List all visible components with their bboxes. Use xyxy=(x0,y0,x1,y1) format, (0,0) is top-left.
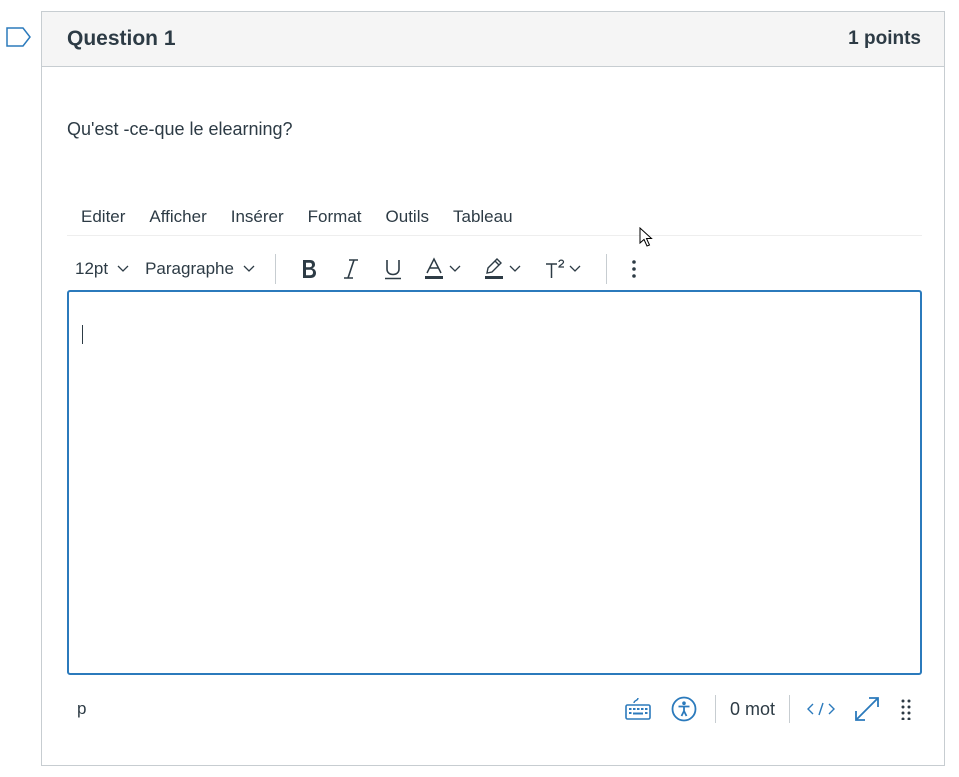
chevron-down-icon xyxy=(117,265,129,272)
resize-handle-icon xyxy=(901,699,911,720)
menu-format[interactable]: Format xyxy=(294,207,372,227)
bold-icon xyxy=(302,260,316,278)
html-editor-button[interactable] xyxy=(804,692,838,726)
menu-outils[interactable]: Outils xyxy=(372,207,439,227)
toolbar-divider xyxy=(605,254,607,284)
editor-menubar: Editer Afficher Insérer Format Outils Ta… xyxy=(67,198,922,236)
italic-button[interactable] xyxy=(334,251,368,287)
underline-icon xyxy=(384,260,401,280)
italic-icon xyxy=(343,259,358,279)
highlight-icon xyxy=(484,258,521,279)
fullscreen-icon xyxy=(855,697,879,721)
more-vertical-icon xyxy=(632,260,636,278)
menu-editer[interactable]: Editer xyxy=(67,207,135,227)
question-header: Question 1 1 points xyxy=(42,12,944,67)
fullscreen-button[interactable] xyxy=(850,692,884,726)
statusbar-divider xyxy=(714,695,716,723)
chevron-down-icon xyxy=(243,265,255,272)
resize-handle[interactable] xyxy=(896,692,916,726)
html-code-icon xyxy=(807,702,835,716)
font-size-value: 12pt xyxy=(75,259,109,278)
question-text: Qu'est -ce-que le elearning? xyxy=(67,119,293,139)
text-color-icon xyxy=(424,257,461,279)
rich-text-editor[interactable] xyxy=(67,290,922,675)
text-color-button[interactable] xyxy=(418,251,470,287)
font-size-select[interactable]: 12pt xyxy=(67,259,137,279)
question-card: Question 1 1 points Qu'est -ce-que le el… xyxy=(41,11,945,766)
menu-tableau[interactable]: Tableau xyxy=(439,207,523,227)
editor-statusbar: p 0 mot xyxy=(67,688,922,730)
keyboard-icon xyxy=(625,697,651,720)
underline-button[interactable] xyxy=(376,251,410,287)
element-path[interactable]: p xyxy=(67,699,615,719)
highlight-button[interactable] xyxy=(478,251,530,287)
more-options-button[interactable] xyxy=(623,251,645,287)
flag-question-icon[interactable] xyxy=(6,27,32,47)
mouse-pointer-icon xyxy=(639,227,653,247)
menu-afficher[interactable]: Afficher xyxy=(135,207,216,227)
accessibility-icon xyxy=(671,696,697,722)
bold-button[interactable] xyxy=(292,251,326,287)
word-count[interactable]: 0 mot xyxy=(724,699,781,720)
statusbar-divider xyxy=(789,695,790,723)
block-format-value: Paragraphe xyxy=(145,259,234,278)
superscript-icon xyxy=(545,259,581,278)
accessibility-checker-button[interactable] xyxy=(667,692,701,726)
toolbar-divider xyxy=(274,254,276,284)
text-caret xyxy=(82,325,83,344)
superscript-button[interactable] xyxy=(538,251,590,287)
keyboard-shortcuts-button[interactable] xyxy=(621,692,655,726)
menu-inserer[interactable]: Insérer xyxy=(217,207,294,227)
question-title: Question 1 xyxy=(67,27,176,50)
block-format-select[interactable]: Paragraphe xyxy=(137,259,263,279)
question-points: 1 points xyxy=(848,28,921,49)
